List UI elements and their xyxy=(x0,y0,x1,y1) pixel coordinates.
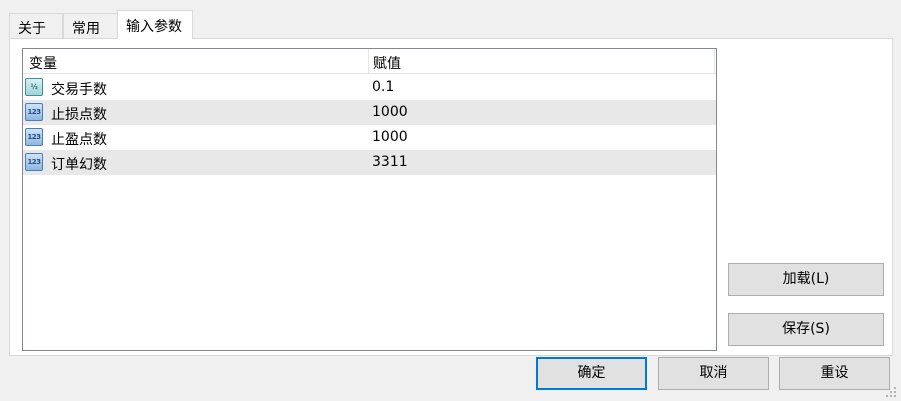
load-button[interactable]: 加载(L) xyxy=(728,263,884,296)
variable-name: 止盈点数 xyxy=(51,132,107,148)
table-header: 变量 赋值 xyxy=(23,49,716,74)
variable-cell: 123 订单幻数 xyxy=(23,150,368,175)
variable-name: 止损点数 xyxy=(51,107,107,123)
table-row[interactable]: 123 订单幻数 3311 xyxy=(23,150,716,175)
value-cell[interactable]: 3311 xyxy=(372,154,408,170)
value-cell[interactable]: 1000 xyxy=(372,129,408,145)
save-button[interactable]: 保存(S) xyxy=(728,313,884,346)
column-divider[interactable] xyxy=(714,49,715,74)
table-row[interactable]: 123 止损点数 1000 xyxy=(23,100,716,125)
integer-icon: 123 xyxy=(25,103,43,121)
parameters-table[interactable]: 变量 赋值 ½ 交易手数 0.1 123 止损点数 1000 123 止盈点数 xyxy=(22,48,717,351)
cancel-button[interactable]: 取消 xyxy=(658,357,769,390)
variable-name: 订单幻数 xyxy=(51,157,107,173)
resize-grip-icon[interactable] xyxy=(885,386,897,398)
value-cell[interactable]: 0.1 xyxy=(372,79,394,95)
variable-name: 交易手数 xyxy=(51,82,107,98)
reset-button[interactable]: 重设 xyxy=(779,357,890,390)
ok-button[interactable]: 确定 xyxy=(536,357,647,390)
table-row[interactable]: ½ 交易手数 0.1 xyxy=(23,75,716,100)
table-row[interactable]: 123 止盈点数 1000 xyxy=(23,125,716,150)
tab-common[interactable]: 常用 xyxy=(63,13,118,39)
tab-about[interactable]: 关于 xyxy=(9,13,63,39)
value-cell[interactable]: 1000 xyxy=(372,104,408,120)
integer-icon: 123 xyxy=(25,153,43,171)
integer-icon: 123 xyxy=(25,128,43,146)
column-divider[interactable] xyxy=(368,49,369,74)
variable-cell: 123 止盈点数 xyxy=(23,125,368,150)
tab-panel: 变量 赋值 ½ 交易手数 0.1 123 止损点数 1000 123 止盈点数 xyxy=(9,38,893,356)
column-header-variable[interactable]: 变量 xyxy=(29,53,57,73)
variable-cell: 123 止损点数 xyxy=(23,100,368,125)
tab-input-parameters[interactable]: 输入参数 xyxy=(117,10,193,39)
column-header-value[interactable]: 赋值 xyxy=(373,53,401,73)
fraction-icon: ½ xyxy=(25,78,43,96)
variable-cell: ½ 交易手数 xyxy=(23,75,368,100)
